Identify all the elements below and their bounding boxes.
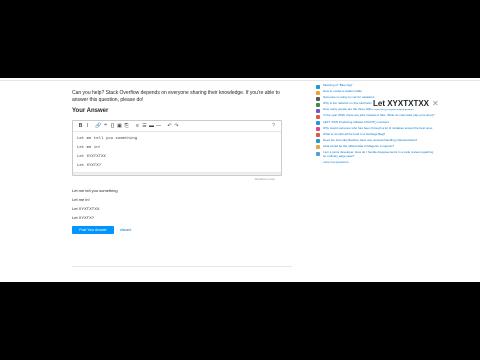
- hot-question-link[interactable]: what would be the official data of Magen…: [323, 144, 394, 149]
- post-answer-button[interactable]: Post Your Answer: [72, 226, 114, 234]
- site-icon: [316, 90, 320, 95]
- hot-question-link[interactable]: Does the Formula Machine have any unusua…: [323, 138, 417, 143]
- textarea-line: Let me in!: [77, 146, 102, 150]
- hot-question-link[interactable]: Someone is using my car for vacations: [323, 95, 375, 100]
- hot-question-link[interactable]: Meaning of "Blue bag": [323, 83, 353, 88]
- site-icon: [316, 108, 320, 113]
- hot-question-item[interactable]: Does the Formula Machine have any unusua…: [316, 138, 436, 144]
- answer-editor: B I 🔗 ❝ {} ▣ ⎘ ≡ ☰ ▬ — ↶ ↷ ? Let me tell…: [72, 120, 282, 181]
- hot-question-link[interactable]: I am a junior developer. How do I handle…: [323, 150, 436, 159]
- hot-question-link[interactable]: What to do with all the food in a Garbag…: [323, 132, 385, 137]
- redo-icon[interactable]: ↷: [173, 122, 180, 130]
- site-icon: [316, 102, 320, 107]
- hot-question-link[interactable]: LEFT JOIN Producing Inflated COUNT() num…: [323, 120, 389, 125]
- your-answer-heading: Your Answer: [72, 108, 109, 114]
- undo-icon[interactable]: ↶: [166, 122, 173, 130]
- hot-question-item[interactable]: I am a junior developer. How do I handle…: [316, 150, 436, 159]
- horizontal-rule-icon[interactable]: —: [155, 122, 162, 130]
- preview-line: Let XYXTXTXX: [72, 206, 100, 211]
- site-icon: [316, 133, 320, 138]
- markdown-help-link[interactable]: Markdown help: [255, 177, 275, 181]
- textarea-line: Let XYXTX?: [77, 164, 102, 168]
- site-icon: [316, 127, 320, 132]
- top-divider: [0, 80, 480, 81]
- close-icon[interactable]: ✕: [432, 99, 439, 108]
- quote-icon[interactable]: ❝: [102, 122, 109, 130]
- code-icon[interactable]: {}: [109, 122, 116, 130]
- site-icon: [316, 151, 320, 156]
- unordered-list-icon[interactable]: ☰: [141, 122, 148, 130]
- hot-question-item[interactable]: what would be the official data of Magen…: [316, 144, 436, 150]
- italic-button[interactable]: I: [84, 122, 91, 130]
- site-icon: [316, 114, 320, 119]
- heading-icon[interactable]: ▬: [148, 122, 155, 130]
- hot-question-item[interactable]: How to model a relation table: [316, 89, 436, 95]
- site-icon: [316, 96, 320, 101]
- answer-preview: Let me tell you something Let me in! Let…: [72, 188, 282, 220]
- hot-question-item[interactable]: Meaning of "Blue bag": [316, 83, 436, 89]
- hot-question-item[interactable]: What to do with all the food in a Garbag…: [316, 132, 436, 138]
- site-icon: [316, 145, 320, 150]
- hot-questions-sidebar: Meaning of "Blue bag" How to model a rel…: [316, 83, 436, 164]
- preview-line: Let me in!: [72, 197, 90, 202]
- ordered-list-icon[interactable]: ≡: [134, 122, 141, 130]
- hot-question-link[interactable]: How to model a relation table: [323, 89, 362, 94]
- site-icon: [316, 84, 320, 89]
- hot-question-item[interactable]: LEFT JOIN Producing Inflated COUNT() num…: [316, 120, 436, 126]
- page: Can you help? Stack Overflow depends on …: [0, 78, 480, 282]
- snippet-icon[interactable]: ⎘: [123, 122, 130, 130]
- hot-question-item[interactable]: In the year 2099, these are jobs instead…: [316, 114, 436, 119]
- main-content: Can you help? Stack Overflow depends on …: [72, 90, 282, 234]
- hot-question-link[interactable]: Why would someone who has been through a…: [323, 126, 432, 131]
- hot-question-item[interactable]: How many people are the three billion sp…: [316, 108, 436, 113]
- resize-handle[interactable]: [73, 172, 281, 175]
- help-icon[interactable]: ?: [270, 122, 277, 130]
- overlay-text: Let XYXTXTXX: [372, 98, 431, 109]
- more-hot-questions-link[interactable]: more hot questions: [323, 160, 436, 164]
- answer-actions: Post Your Answer discard: [72, 226, 282, 234]
- textarea-line: Let XYXTXTXX: [77, 155, 106, 159]
- editor-toolbar: B I 🔗 ❝ {} ▣ ⎘ ≡ ☰ ▬ — ↶ ↷ ?: [73, 121, 281, 132]
- preview-line: Let XYXTX?: [72, 215, 95, 220]
- hot-question-link[interactable]: In the year 2099, these are jobs instead…: [323, 114, 435, 118]
- footer-divider: [72, 266, 292, 267]
- bold-button[interactable]: B: [77, 122, 84, 130]
- site-icon: [316, 121, 320, 126]
- image-icon[interactable]: ▣: [116, 122, 123, 130]
- preview-line: Let me tell you something: [72, 188, 118, 193]
- answer-prompt: Can you help? Stack Overflow depends on …: [72, 90, 280, 103]
- answer-textarea[interactable]: Let me tell you something Let me in! Let…: [73, 132, 281, 172]
- link-icon[interactable]: 🔗: [95, 122, 102, 130]
- discard-link[interactable]: discard: [120, 228, 131, 232]
- site-icon: [316, 139, 320, 144]
- textarea-line: Let me tell you something: [77, 137, 138, 141]
- hot-question-item[interactable]: Why would someone who has been through a…: [316, 126, 436, 132]
- text-overlay: Let XYXTXTXX ✕: [372, 98, 439, 109]
